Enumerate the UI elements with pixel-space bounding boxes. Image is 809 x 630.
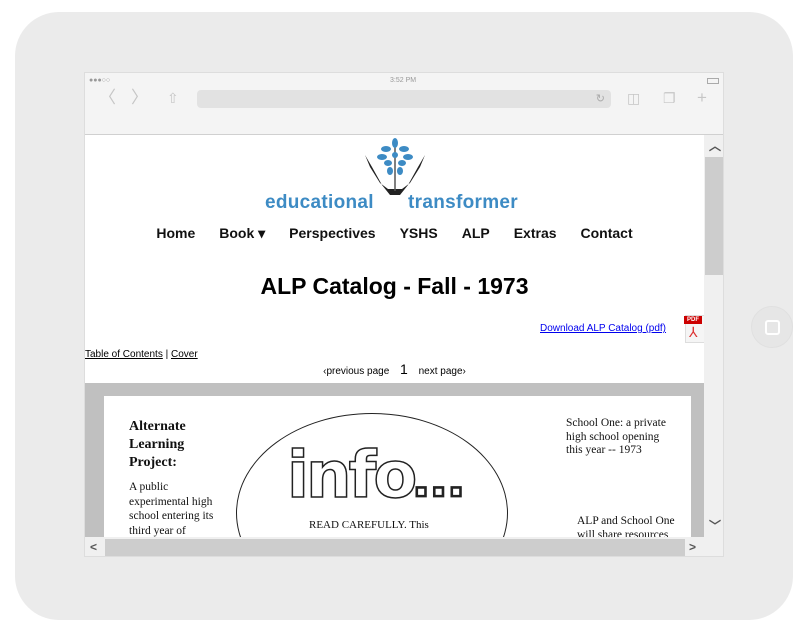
next-page-link[interactable]: next page› <box>419 366 466 377</box>
horizontal-scrollbar[interactable]: < > <box>85 537 723 556</box>
scroll-left-icon[interactable]: < <box>90 540 97 554</box>
horizontal-scroll-thumb[interactable] <box>105 539 685 556</box>
home-button[interactable] <box>751 306 793 348</box>
vertical-scrollbar[interactable]: ︿ ﹀ <box>704 135 723 537</box>
back-icon[interactable]: 〈 <box>99 88 116 108</box>
scan-col4: ALP and School One will share resources <box>577 515 675 537</box>
tree-hands-icon <box>364 138 425 195</box>
scan-col1: A public experimental high school enteri… <box>129 481 214 537</box>
page-title: ALP Catalog - Fall - 1973 <box>260 273 529 299</box>
nav-home[interactable]: Home <box>156 225 195 242</box>
nav-alp[interactable]: ALP <box>462 225 490 242</box>
nav-yshs[interactable]: YSHS <box>400 225 438 242</box>
main-nav: Home Book ▾ Perspectives YSHS ALP Extras… <box>85 225 704 242</box>
vertical-scroll-thumb[interactable] <box>705 157 723 275</box>
scroll-down-icon[interactable]: ﹀ <box>709 517 721 534</box>
nav-book[interactable]: Book ▾ <box>219 225 265 242</box>
pager: ‹previous page 1 next page› <box>85 361 704 377</box>
signal-indicator: ●●●○○ <box>89 77 111 84</box>
cover-link[interactable]: Cover <box>171 349 198 360</box>
nav-extras[interactable]: Extras <box>514 225 557 242</box>
reload-icon[interactable]: ↻ <box>596 92 605 105</box>
scan-read-carefully: READ CAREFULLY. This <box>309 519 429 531</box>
home-icon <box>765 320 780 335</box>
browser-toolbar: ●●●○○ 3:52 PM 〈 〉 ⇧ ↻ ◫ ❐ + <box>85 73 723 135</box>
screen: ●●●○○ 3:52 PM 〈 〉 ⇧ ↻ ◫ ❐ + educational … <box>84 72 724 557</box>
nav-contact[interactable]: Contact <box>581 225 633 242</box>
catalog-scan-area: Alternate Learning Project: A public expe… <box>85 383 704 537</box>
status-time: 3:52 PM <box>390 77 417 84</box>
info-graphic: info▫▫▫ <box>286 439 467 513</box>
toc-links: Table of Contents | Cover <box>85 349 198 360</box>
download-pdf-link[interactable]: Download ALP Catalog (pdf) <box>540 323 666 334</box>
url-bar[interactable]: ↻ <box>197 90 611 108</box>
new-tab-icon[interactable]: + <box>697 88 707 108</box>
nav-perspectives[interactable]: Perspectives <box>289 225 375 242</box>
tabs-icon[interactable]: ❐ <box>663 88 676 108</box>
scan-col3: School One: a private high school openin… <box>566 417 666 456</box>
previous-page-link[interactable]: ‹previous page <box>323 366 389 377</box>
pdf-icon[interactable]: PDF ⅄ <box>684 315 704 343</box>
toc-link[interactable]: Table of Contents <box>85 349 163 360</box>
share-icon[interactable]: ⇧ <box>167 88 179 108</box>
scan-heading: Alternate Learning Project: <box>129 419 186 470</box>
logo-text-left: educational <box>265 192 374 213</box>
catalog-page-image: Alternate Learning Project: A public expe… <box>104 396 691 537</box>
logo-text-right: transformer <box>408 192 518 213</box>
bookmarks-icon[interactable]: ◫ <box>627 88 640 108</box>
page-number: 1 <box>400 361 408 377</box>
battery-icon <box>707 78 719 84</box>
scroll-up-icon[interactable]: ︿ <box>709 137 721 154</box>
forward-icon[interactable]: 〉 <box>131 88 148 108</box>
web-page: educational transformer Home Book ▾ Pers… <box>85 135 704 537</box>
site-logo[interactable]: educational transformer <box>85 137 704 213</box>
scroll-right-icon[interactable]: > <box>689 540 696 554</box>
